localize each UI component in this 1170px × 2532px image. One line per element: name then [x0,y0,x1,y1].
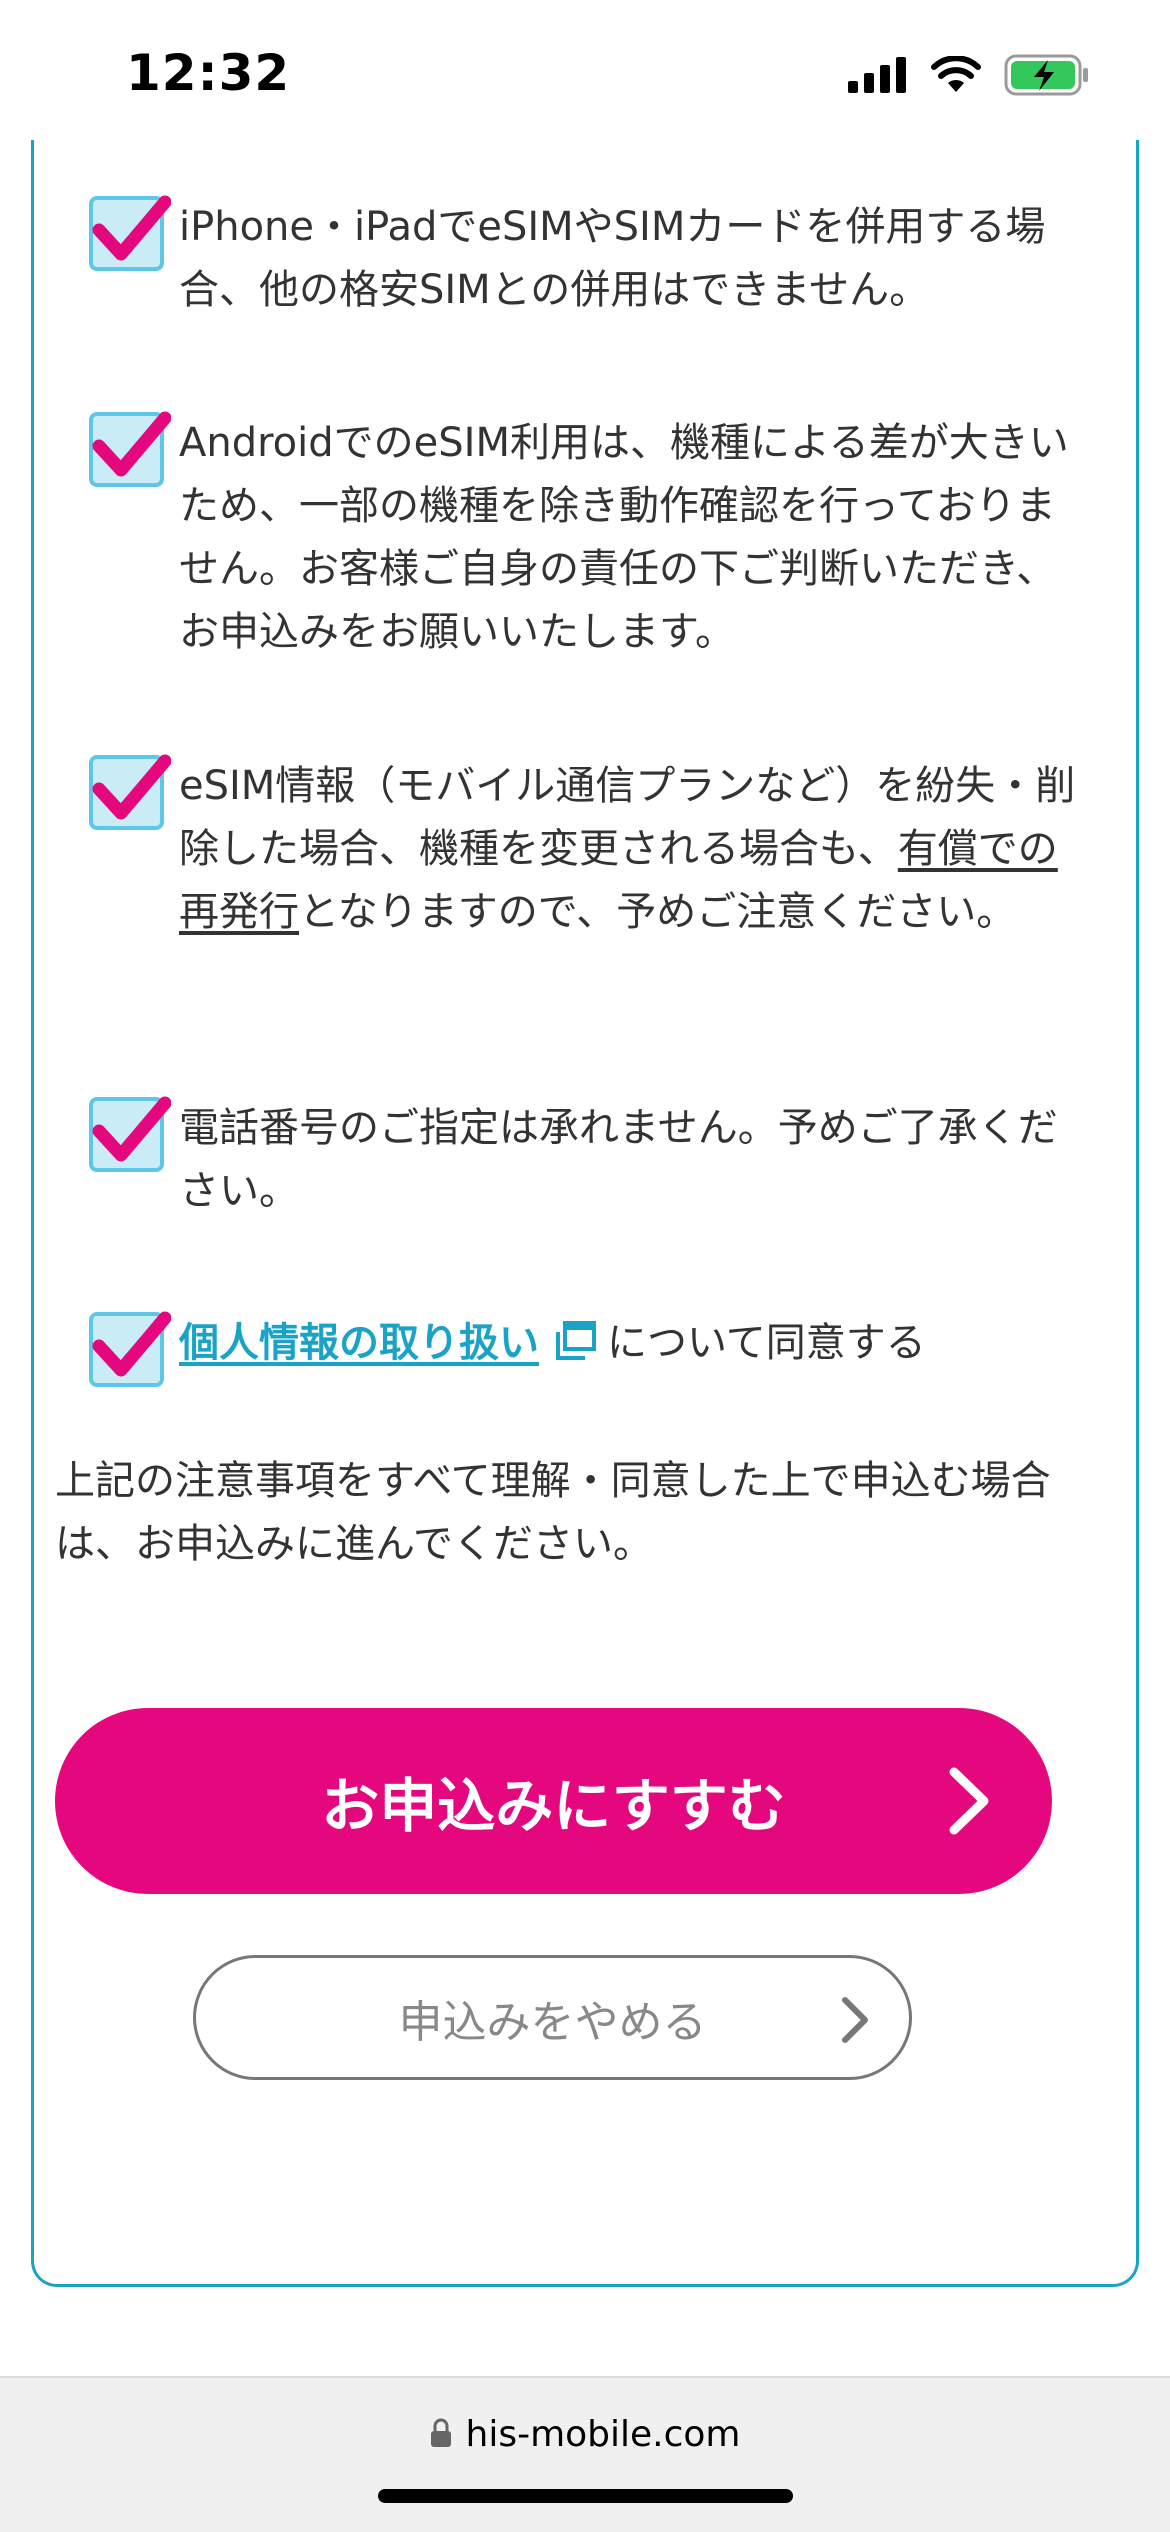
proceed-button-label: お申込みにすすむ [321,1772,786,1840]
browser-address-bar[interactable]: his-mobile.com [0,2376,1170,2532]
item-text-part: となりますので、予めご注意ください。 [299,889,1017,935]
checklist-item-text: 電話番号のご指定は承れません。予めご了承ください。 [179,1105,1058,1214]
checkmark-icon [92,754,171,820]
checkbox-checked[interactable] [89,754,171,830]
status-time: 12:32 [126,44,291,102]
checkbox-checked[interactable] [89,1311,171,1387]
checkmark-icon [92,411,171,477]
lock-icon [430,2418,452,2452]
checklist-item-text: 個人情報の取り扱い について同意する [179,1312,1084,1381]
checklist-item-text: eSIM情報（モバイル通信プランなど）を紛失・削除した場合、機種を変更される場合… [179,755,1084,944]
url-display[interactable]: his-mobile.com [0,2414,1170,2455]
cancel-button[interactable]: 申込みをやめる [193,1955,912,2080]
checkbox-checked[interactable] [89,195,171,271]
checkmark-icon [92,195,171,261]
proceed-button[interactable]: お申込みにすすむ [55,1708,1052,1894]
chevron-right-icon [944,1766,994,1850]
page: 12:32 iPhone・iPadでeSIMやSIMカードを併用する場合、他の格… [0,0,1170,2532]
battery-charging-icon [1004,54,1090,100]
cancel-button-label: 申込みをやめる [398,1996,707,2048]
checkbox-checked[interactable] [89,1096,171,1172]
url-text: his-mobile.com [465,2414,741,2455]
checkmark-icon [92,1311,171,1377]
item-text-part: について同意する [607,1320,926,1366]
privacy-policy-link[interactable]: 個人情報の取り扱い [179,1320,539,1366]
status-bar: 12:32 [0,0,1170,140]
checklist-item-text: AndroidでのeSIM利用は、機種による差が大きいため、一部の機種を除き動作… [179,420,1069,655]
notice-text: 上記の注意事項をすべて理解・同意した上で申込む場合は、お申込みに進んでください。 [55,1458,1051,1567]
checkbox-checked[interactable] [89,411,171,487]
wifi-icon [930,55,982,98]
checkmark-icon [92,1096,171,1162]
chevron-right-icon [837,1996,873,2055]
status-icons [848,54,1090,100]
home-indicator[interactable] [378,2489,793,2503]
signal-icon [848,57,908,97]
checklist-item-text: iPhone・iPadでeSIMやSIMカードを併用する場合、他の格安SIMとの… [179,204,1046,313]
external-link-icon[interactable] [553,1318,597,1381]
